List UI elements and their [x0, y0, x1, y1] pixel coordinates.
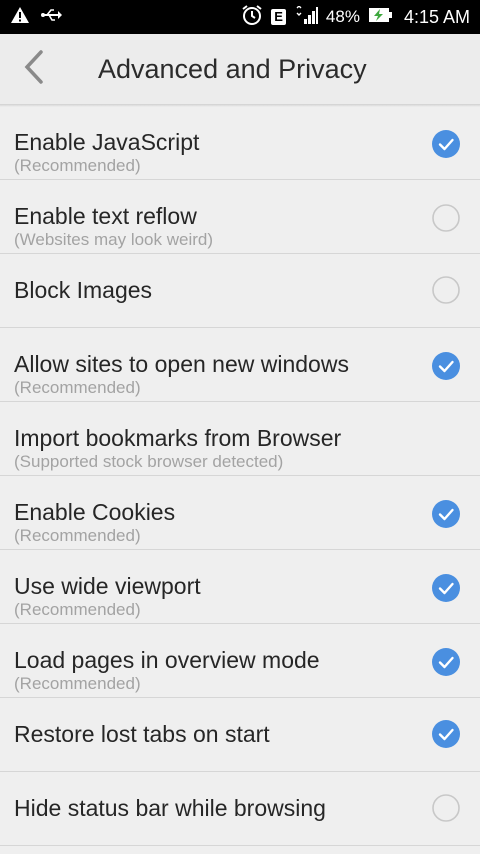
setting-title: Allow sites to open new windows — [14, 351, 349, 377]
setting-subtitle: (Recommended) — [14, 526, 141, 545]
chevron-left-icon — [23, 49, 45, 89]
alarm-icon — [241, 4, 263, 31]
checked-icon[interactable] — [432, 574, 460, 602]
checked-icon[interactable] — [432, 500, 460, 528]
status-bar: E 48% 4:15 AM — [0, 0, 480, 34]
setting-import-bookmarks[interactable]: Import bookmarks from Browser (Supported… — [0, 402, 480, 476]
setting-subtitle: (Recommended) — [14, 378, 141, 397]
checked-icon[interactable] — [432, 720, 460, 748]
signal-icon — [294, 4, 318, 29]
setting-title: Load pages in overview mode — [14, 647, 320, 673]
setting-hide-status-bar[interactable]: Hide status bar while browsing — [0, 772, 480, 846]
setting-subtitle: (Recommended) — [14, 156, 141, 175]
setting-title: Enable JavaScript — [14, 129, 200, 155]
setting-overview-mode[interactable]: Load pages in overview mode (Recommended… — [0, 624, 480, 698]
setting-subtitle: (Supported stock browser detected) — [14, 452, 284, 471]
setting-subtitle: (Websites may look weird) — [14, 230, 214, 249]
setting-wide-viewport[interactable]: Use wide viewport (Recommended) — [0, 550, 480, 624]
usb-icon — [40, 7, 62, 28]
unchecked-icon[interactable] — [432, 204, 460, 232]
setting-title: Hide status bar while browsing — [14, 795, 326, 821]
warning-icon — [10, 6, 30, 29]
setting-title: Block Images — [14, 277, 153, 303]
setting-block-images[interactable]: Block Images — [0, 254, 480, 328]
settings-list: Enable JavaScript (Recommended) Enable t… — [0, 106, 480, 846]
setting-title: Enable text reflow — [14, 203, 197, 229]
unchecked-icon[interactable] — [432, 276, 460, 304]
setting-restore-tabs[interactable]: Restore lost tabs on start — [0, 698, 480, 772]
setting-subtitle: (Recommended) — [14, 674, 141, 693]
setting-title: Enable Cookies — [14, 499, 176, 525]
setting-enable-javascript[interactable]: Enable JavaScript (Recommended) — [0, 106, 480, 180]
page-title: Advanced and Privacy — [98, 53, 367, 84]
setting-allow-new-windows[interactable]: Allow sites to open new windows (Recomme… — [0, 328, 480, 402]
back-button[interactable] — [4, 34, 64, 104]
setting-title: Restore lost tabs on start — [14, 721, 270, 747]
setting-subtitle: (Recommended) — [14, 600, 141, 619]
unchecked-icon[interactable] — [432, 794, 460, 822]
checked-icon[interactable] — [432, 352, 460, 380]
checked-icon[interactable] — [432, 130, 460, 158]
setting-title: Use wide viewport — [14, 573, 201, 599]
battery-percent: 48% — [325, 7, 360, 26]
clock: 4:15 AM — [403, 6, 470, 27]
battery-charging-icon — [368, 6, 392, 29]
network-type-icon: E — [271, 9, 286, 25]
setting-enable-text-reflow[interactable]: Enable text reflow (Websites may look we… — [0, 180, 480, 254]
setting-title: Import bookmarks from Browser — [14, 425, 342, 451]
checked-icon[interactable] — [432, 648, 460, 676]
setting-enable-cookies[interactable]: Enable Cookies (Recommended) — [0, 476, 480, 550]
app-bar: Advanced and Privacy — [0, 34, 480, 104]
